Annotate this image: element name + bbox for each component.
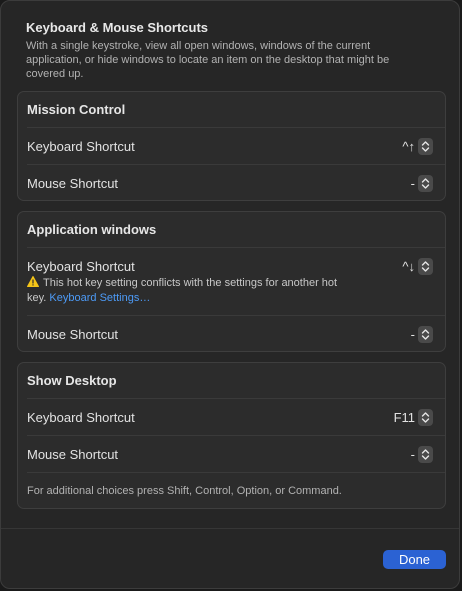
keyboard-shortcut-value[interactable]: F11 xyxy=(394,410,415,425)
warning-text-line2: key. xyxy=(27,292,47,304)
warning-text-line1: This hot key setting conflicts with the … xyxy=(43,277,338,289)
dialog-title: Keyboard & Mouse Shortcuts xyxy=(26,20,209,35)
group-title: Show Desktop xyxy=(27,373,117,388)
keyboard-shortcut-label: Keyboard Shortcut xyxy=(27,410,135,425)
warning-triangle-icon xyxy=(27,276,39,287)
divider xyxy=(27,315,445,316)
dialog-description: With a single keystroke, view all open w… xyxy=(26,40,390,80)
group-title: Application windows xyxy=(27,222,157,237)
mouse-shortcut-label: Mouse Shortcut xyxy=(27,447,119,462)
done-button[interactable]: Done xyxy=(383,550,446,569)
group-application-windows: Application windows Keyboard Shortcut ^↓… xyxy=(17,211,446,352)
divider xyxy=(27,164,445,165)
mouse-shortcut-value[interactable]: - xyxy=(411,447,415,462)
conflict-warning: This hot key setting conflicts with the … xyxy=(27,276,387,306)
mouse-shortcut-popup-stepper[interactable] xyxy=(418,175,433,192)
group-title: Mission Control xyxy=(27,102,126,117)
up-down-chevron-icon xyxy=(421,449,430,460)
keyboard-shortcut-label: Keyboard Shortcut xyxy=(27,139,135,154)
group-mission-control: Mission Control Keyboard Shortcut ^↑ Mou… xyxy=(17,91,446,201)
modifier-footnote: For additional choices press Shift, Cont… xyxy=(27,485,342,497)
keyboard-shortcut-value[interactable]: ^↓ xyxy=(402,259,415,274)
divider xyxy=(27,435,445,436)
divider xyxy=(27,247,445,248)
keyboard-shortcut-label: Keyboard Shortcut xyxy=(27,259,135,274)
divider xyxy=(27,472,445,473)
mouse-shortcut-label: Mouse Shortcut xyxy=(27,176,119,191)
keyboard-settings-link[interactable]: Keyboard Settings… xyxy=(49,292,150,304)
keyboard-shortcut-popup-stepper[interactable] xyxy=(418,258,433,275)
up-down-chevron-icon xyxy=(421,178,430,189)
mouse-shortcut-value[interactable]: - xyxy=(411,327,415,342)
up-down-chevron-icon xyxy=(421,141,430,152)
shortcuts-sheet: Keyboard & Mouse Shortcuts With a single… xyxy=(0,0,460,589)
mouse-shortcut-label: Mouse Shortcut xyxy=(27,327,119,342)
mouse-shortcut-popup-stepper[interactable] xyxy=(418,446,433,463)
divider xyxy=(27,398,445,399)
up-down-chevron-icon xyxy=(421,261,430,272)
mouse-shortcut-popup-stepper[interactable] xyxy=(418,326,433,343)
footer-divider xyxy=(1,528,459,529)
up-down-chevron-icon xyxy=(421,329,430,340)
up-down-chevron-icon xyxy=(421,412,430,423)
keyboard-shortcut-popup-stepper[interactable] xyxy=(418,138,433,155)
keyboard-shortcut-value[interactable]: ^↑ xyxy=(402,139,415,154)
mouse-shortcut-value[interactable]: - xyxy=(411,176,415,191)
divider xyxy=(27,127,445,128)
group-show-desktop: Show Desktop Keyboard Shortcut F11 Mouse… xyxy=(17,362,446,509)
keyboard-shortcut-popup-stepper[interactable] xyxy=(418,409,433,426)
